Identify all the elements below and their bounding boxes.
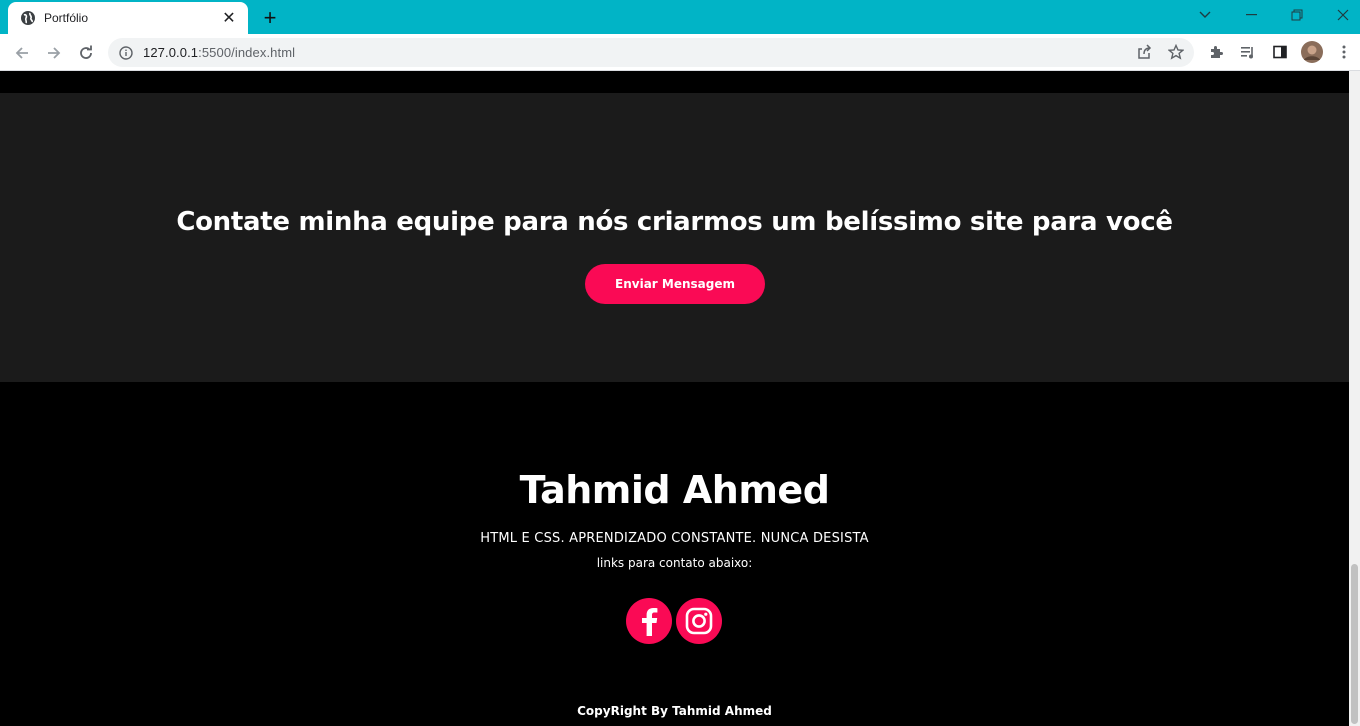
page-viewport: Contate minha equipe para nós criarmos u… bbox=[0, 71, 1349, 726]
site-info-icon[interactable] bbox=[118, 45, 134, 61]
instagram-icon[interactable] bbox=[676, 598, 722, 644]
footer-name: Tahmid Ahmed bbox=[519, 468, 830, 512]
side-panel-icon[interactable] bbox=[1268, 40, 1292, 64]
url-text: 127.0.0.1:5500/index.html bbox=[143, 45, 295, 60]
globe-icon bbox=[20, 10, 36, 26]
footer-links-text: links para contato abaixo: bbox=[596, 556, 753, 570]
tab-search-chevron-icon[interactable] bbox=[1182, 0, 1228, 30]
facebook-icon[interactable] bbox=[626, 598, 672, 644]
url-host: 127.0.0.1 bbox=[143, 45, 199, 60]
extensions-puzzle-icon[interactable] bbox=[1204, 40, 1228, 64]
social-links bbox=[626, 598, 722, 644]
tab-portfolio[interactable]: Portfólio ✕ bbox=[8, 2, 248, 34]
footer: Tahmid Ahmed HTML E CSS. APRENDIZADO CON… bbox=[0, 382, 1349, 726]
footer-tagline: HTML E CSS. APRENDIZADO CONSTANTE. NUNCA… bbox=[480, 531, 869, 546]
share-icon[interactable] bbox=[1132, 40, 1156, 64]
url-field[interactable]: 127.0.0.1:5500/index.html bbox=[108, 38, 1194, 67]
scrollbar-thumb[interactable] bbox=[1351, 564, 1358, 724]
url-path: :5500/index.html bbox=[198, 45, 296, 60]
close-tab-icon[interactable]: ✕ bbox=[220, 9, 238, 27]
media-queue-icon[interactable] bbox=[1236, 40, 1260, 64]
restore-icon[interactable] bbox=[1274, 0, 1320, 30]
send-message-button[interactable]: Enviar Mensagem bbox=[585, 264, 765, 304]
close-window-icon[interactable] bbox=[1320, 0, 1360, 30]
copyright-text: CopyRight By Tahmid Ahmed bbox=[577, 704, 772, 718]
vertical-scrollbar[interactable] bbox=[1349, 71, 1360, 726]
contact-heading: Contate minha equipe para nós criarmos u… bbox=[176, 207, 1173, 237]
reload-icon[interactable] bbox=[72, 39, 100, 67]
address-bar: 127.0.0.1:5500/index.html bbox=[0, 34, 1360, 71]
back-arrow-icon[interactable] bbox=[8, 39, 36, 67]
forward-arrow-icon[interactable] bbox=[40, 39, 68, 67]
tab-strip: Portfólio ✕ + bbox=[0, 0, 1360, 34]
tab-title: Portfólio bbox=[44, 11, 89, 25]
profile-avatar[interactable] bbox=[1300, 40, 1324, 64]
new-tab-button[interactable]: + bbox=[258, 6, 282, 30]
contact-section: Contate minha equipe para nós criarmos u… bbox=[0, 93, 1349, 382]
menu-kebab-icon[interactable] bbox=[1332, 40, 1356, 64]
minimize-icon[interactable] bbox=[1228, 0, 1274, 30]
bookmark-star-icon[interactable] bbox=[1164, 40, 1188, 64]
